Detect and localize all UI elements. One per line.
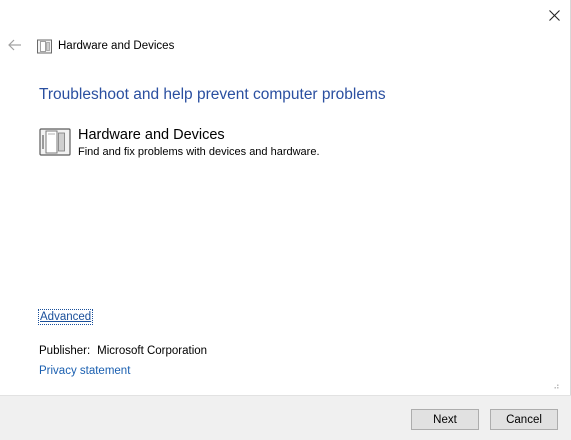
window-title: Hardware and Devices bbox=[58, 40, 175, 52]
back-arrow-icon bbox=[8, 39, 21, 51]
publisher-info: Publisher: Microsoft Corporation bbox=[39, 345, 207, 357]
troubleshooter-window: Hardware and Devices Troubleshoot and he… bbox=[0, 0, 571, 440]
troubleshooter-name: Hardware and Devices bbox=[78, 127, 225, 143]
troubleshooter-description: Find and fix problems with devices and h… bbox=[78, 146, 320, 158]
cancel-button[interactable]: Cancel bbox=[490, 409, 558, 430]
hardware-devices-icon bbox=[37, 39, 52, 54]
troubleshooter-item-text: Hardware and Devices Find and fix proble… bbox=[78, 127, 320, 158]
publisher-label: Publisher: bbox=[39, 345, 91, 357]
window-title-bar: Hardware and Devices bbox=[37, 38, 174, 54]
close-button[interactable] bbox=[538, 0, 571, 30]
resize-grip[interactable] bbox=[553, 376, 559, 389]
advanced-link[interactable]: Advanced bbox=[38, 309, 94, 325]
hardware-devices-icon bbox=[39, 127, 71, 157]
close-icon bbox=[549, 9, 560, 21]
privacy-statement-link[interactable]: Privacy statement bbox=[39, 365, 130, 377]
troubleshooter-item: Hardware and Devices Find and fix proble… bbox=[39, 127, 320, 158]
publisher-value: Microsoft Corporation bbox=[97, 345, 208, 357]
page-heading: Troubleshoot and help prevent computer p… bbox=[39, 86, 386, 103]
next-button[interactable]: Next bbox=[411, 409, 479, 430]
back-button[interactable] bbox=[6, 36, 24, 54]
resize-grip-icon bbox=[554, 384, 559, 389]
dialog-footer: Next Cancel bbox=[0, 395, 571, 440]
